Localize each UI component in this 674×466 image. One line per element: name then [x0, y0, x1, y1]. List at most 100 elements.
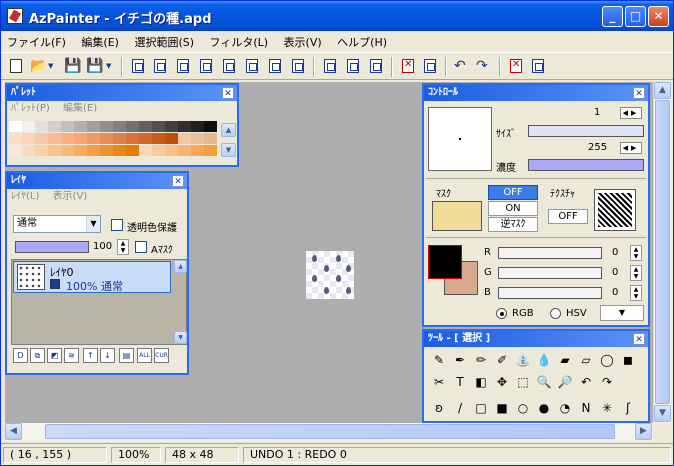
- density-spinner[interactable]: ◀▶: [620, 142, 642, 154]
- palette-swatch[interactable]: [178, 145, 191, 156]
- save-icon[interactable]: 💾: [63, 57, 81, 75]
- layer-tool-5-icon[interactable]: [220, 57, 238, 75]
- palette-swatch[interactable]: [9, 133, 22, 144]
- chevron-down-icon[interactable]: ▼: [86, 216, 100, 232]
- palette-swatch[interactable]: [74, 133, 87, 144]
- scroll-right-button[interactable]: ▶: [635, 423, 652, 440]
- shape-tool-9-icon[interactable]: ✳: [598, 399, 616, 417]
- menu-file[interactable]: ファイル(F): [1, 31, 72, 50]
- shape-tool-7-icon[interactable]: ◔: [556, 399, 574, 417]
- palette-swatch[interactable]: [100, 121, 113, 132]
- palette-swatch[interactable]: [204, 133, 217, 144]
- edit-tool-7-icon[interactable]: 🔎: [556, 373, 574, 391]
- size-slider[interactable]: [528, 125, 644, 137]
- green-slider[interactable]: [498, 267, 602, 279]
- rgb-radio[interactable]: [496, 308, 507, 319]
- edit-tool-5-icon[interactable]: ⬚: [514, 373, 532, 391]
- menu-view[interactable]: 表示(V): [278, 31, 328, 50]
- palette-swatch[interactable]: [126, 145, 139, 156]
- open-folder-icon[interactable]: 📂: [29, 57, 47, 75]
- shape-tool-5-icon[interactable]: ○: [514, 399, 532, 417]
- palette-swatch[interactable]: [191, 133, 204, 144]
- texture-preview[interactable]: [594, 189, 636, 231]
- horizontal-scroll-thumb[interactable]: [45, 424, 615, 439]
- blue-slider[interactable]: [498, 287, 602, 299]
- minimize-button[interactable]: _: [602, 6, 623, 27]
- menu-selection[interactable]: 選択範囲(S): [128, 31, 200, 50]
- palette-swatch[interactable]: [61, 121, 74, 132]
- menu-edit[interactable]: 編集(E): [75, 31, 125, 50]
- palette-swatch[interactable]: [126, 133, 139, 144]
- palette-swatch[interactable]: [87, 145, 100, 156]
- palette-swatch[interactable]: [204, 121, 217, 132]
- redo-icon[interactable]: ↷: [475, 57, 493, 75]
- edit-tool-2-icon[interactable]: T: [451, 373, 469, 391]
- transparency-lock-checkbox[interactable]: [111, 219, 123, 231]
- palette-scroll-down-button[interactable]: ▼: [221, 143, 236, 157]
- palette-swatch[interactable]: [87, 121, 100, 132]
- edit-tool-8-icon[interactable]: ↶: [577, 373, 595, 391]
- palette-swatch[interactable]: [165, 145, 178, 156]
- layer-panel-title[interactable]: ﾚｲﾔ ✕: [7, 173, 187, 189]
- palette-swatch[interactable]: [100, 133, 113, 144]
- merge-layer-button[interactable]: ≋: [64, 348, 79, 363]
- layer-tool-3-icon[interactable]: [174, 57, 192, 75]
- scroll-left-button[interactable]: ◀: [5, 423, 22, 440]
- palette-swatch[interactable]: [178, 121, 191, 132]
- opacity-slider[interactable]: [15, 241, 89, 253]
- palette-swatch[interactable]: [126, 121, 139, 132]
- palette-swatch[interactable]: [204, 145, 217, 156]
- layer-close-icon[interactable]: ✕: [172, 175, 184, 187]
- palette-swatch[interactable]: [113, 121, 126, 132]
- shape-tool-6-icon[interactable]: ●: [535, 399, 553, 417]
- palette-swatch[interactable]: [152, 145, 165, 156]
- green-spinner[interactable]: ▲ ▼: [630, 265, 642, 281]
- mask-inverse-option[interactable]: 逆ﾏｽｸ: [488, 217, 538, 232]
- draw-tool-4-icon[interactable]: ✐: [493, 351, 511, 369]
- palette-swatch[interactable]: [61, 133, 74, 144]
- edit-tool-6-icon[interactable]: 🔍: [535, 373, 553, 391]
- clear-icon[interactable]: [399, 57, 417, 75]
- layer-all-button[interactable]: ALL: [137, 348, 152, 363]
- save-dropdown-icon[interactable]: ▼: [105, 57, 115, 75]
- blend-mode-select[interactable]: 通常 ▼: [13, 215, 101, 233]
- edit-tool-9-icon[interactable]: ↷: [598, 373, 616, 391]
- palette-swatch[interactable]: [139, 133, 152, 144]
- draw-tool-5-icon[interactable]: ⛲: [514, 351, 532, 369]
- menu-help[interactable]: ヘルプ(H): [331, 31, 393, 50]
- window-icon[interactable]: [421, 57, 439, 75]
- scroll-down-button[interactable]: ▼: [654, 405, 671, 422]
- edit-tool-3-icon[interactable]: ◧: [472, 373, 490, 391]
- mask-off-option[interactable]: OFF: [488, 185, 538, 200]
- layer-up-button[interactable]: ↑: [83, 348, 98, 363]
- tool-panel-title[interactable]: ﾂｰﾙ - [ 選択 ] ✕: [424, 331, 648, 347]
- shape-tool-4-icon[interactable]: ■: [493, 399, 511, 417]
- save-as-icon[interactable]: 💾: [85, 57, 103, 75]
- palette-swatch[interactable]: [61, 145, 74, 156]
- layer-tool-6-icon[interactable]: [243, 57, 261, 75]
- layer-menu-view[interactable]: 表示(V): [53, 191, 88, 202]
- image-canvas[interactable]: [306, 251, 354, 299]
- palette-close-icon[interactable]: ✕: [222, 87, 234, 99]
- layer-visibility-icon[interactable]: [50, 279, 60, 289]
- control-panel-title[interactable]: ｺﾝﾄﾛｰﾙ ✕: [424, 85, 648, 101]
- shape-tool-2-icon[interactable]: /: [451, 399, 469, 417]
- palette-swatch[interactable]: [9, 121, 22, 132]
- undo-icon[interactable]: ↶: [453, 57, 471, 75]
- draw-tool-3-icon[interactable]: ✏: [472, 351, 490, 369]
- horizontal-scrollbar[interactable]: ◀ ▶: [5, 423, 653, 441]
- palette-swatch[interactable]: [87, 133, 100, 144]
- layer-tool-8-icon[interactable]: [289, 57, 307, 75]
- palette-swatch[interactable]: [74, 121, 87, 132]
- red-spinner[interactable]: ▲ ▼: [630, 245, 642, 261]
- app-icon[interactable]: [7, 8, 23, 24]
- mask-color-swatch[interactable]: [432, 201, 482, 231]
- texture-toggle[interactable]: OFF: [548, 209, 588, 224]
- palette-swatch[interactable]: [48, 121, 61, 132]
- palette-swatch[interactable]: [165, 133, 178, 144]
- layer-tool-4-icon[interactable]: [197, 57, 215, 75]
- palette-swatch[interactable]: [113, 133, 126, 144]
- palette-swatch[interactable]: [178, 133, 191, 144]
- open-dropdown-icon[interactable]: ▼: [47, 57, 57, 75]
- layer-down-button[interactable]: ↓: [100, 348, 115, 363]
